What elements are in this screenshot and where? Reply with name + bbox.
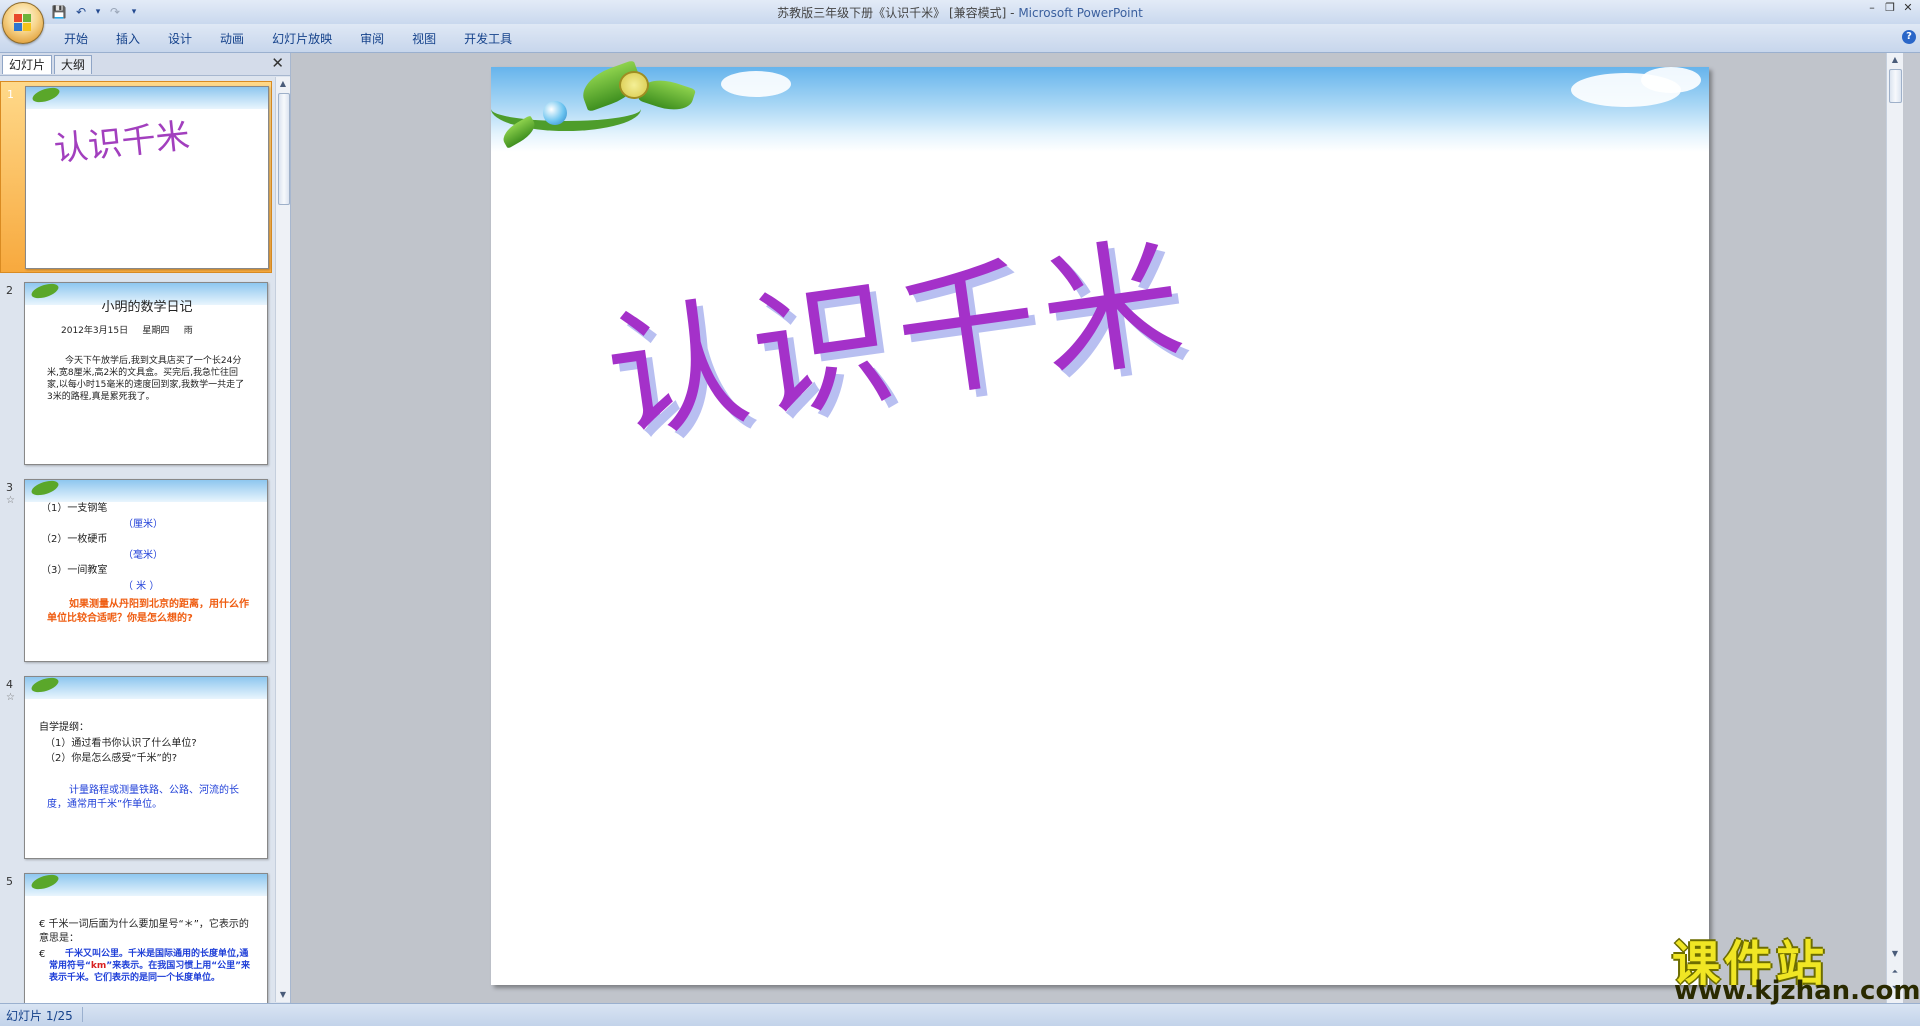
scrollbar-thumb[interactable]	[278, 93, 290, 205]
list-item: （毫米）	[123, 550, 163, 561]
window-title: 苏教版三年级下册《认识千米》 [兼容模式] - Microsoft PowerP…	[0, 4, 1920, 21]
slide-number: 3	[6, 481, 13, 494]
office-button[interactable]	[2, 2, 44, 44]
slide-thumbnail-1[interactable]: 1 认识千米	[0, 81, 272, 273]
animation-star-icon: ☆	[6, 495, 15, 506]
animation-star-icon: ☆	[6, 692, 15, 703]
watermark: 课件站 www.kjzhan.com	[1668, 924, 1920, 1006]
diary-body: 今天下午放学后,我到文具店买了一个长24分米,宽8厘米,高2米的文具盒。买完后,…	[47, 356, 245, 403]
slide-editor: 认识千米 ▲ ▼ ⏶ ⏷	[291, 53, 1903, 1003]
cloud-decoration	[1641, 67, 1701, 93]
snail-icon	[619, 71, 649, 99]
tab-slides[interactable]: 幻灯片	[2, 55, 53, 74]
slides-pane-scrollbar[interactable]: ▲ ▼	[275, 77, 290, 1002]
scroll-down-icon[interactable]: ▼	[276, 988, 290, 1002]
slide-thumbnail-4[interactable]: 4 ☆ 自学提纲： （1）通过看书你认识了什么单位? （2）你是怎么感受“千米”…	[0, 672, 272, 864]
slides-pane: 幻灯片 大纲 ✕ 1 认识千米 2 小明的数学日记 2012年3月15日 星期四…	[0, 53, 291, 1003]
help-icon[interactable]: ?	[1902, 30, 1916, 44]
scroll-up-icon[interactable]: ▲	[276, 77, 290, 91]
list-item: （1）一支钢笔	[41, 503, 108, 514]
watermark-url: www.kjzhan.com	[1674, 976, 1920, 1006]
list-item: （厘米）	[123, 519, 163, 530]
pane-tabs: 幻灯片 大纲 ✕	[0, 53, 290, 76]
slide-thumbnail-5[interactable]: 5 € 千米一词后面为什么要加星号“＊”，它表示的意思是： € 千米又叫公里。千…	[0, 869, 272, 1003]
tab-review[interactable]: 审阅	[346, 30, 398, 50]
thumbnail-canvas: 认识千米	[25, 86, 269, 269]
thumbnail-background	[25, 480, 267, 502]
window-controls: – ❐ ✕	[1864, 1, 1916, 15]
list-item: （2）一枚硬币	[41, 534, 108, 545]
slide-number: 5	[6, 875, 13, 888]
editor-scrollbar[interactable]: ▲ ▼ ⏶ ⏷	[1886, 53, 1903, 1003]
tab-home[interactable]: 开始	[50, 30, 102, 50]
thumbnail-title: 小明的数学日记	[101, 300, 193, 315]
question-text: 如果测量从丹阳到北京的距离，用什么作单位比较合适呢？你是怎么想的?	[47, 599, 249, 624]
app-name: Microsoft PowerPoint	[1018, 6, 1143, 20]
list-item: （ 米 ）	[123, 581, 160, 592]
list-item: （3）一间教室	[41, 565, 108, 576]
water-drop-icon	[543, 101, 567, 125]
bullet-icon: €	[39, 949, 46, 960]
ribbon: 开始 插入 设计 动画 幻灯片放映 审阅 视图 开发工具 ?	[0, 24, 1920, 53]
tab-slide-show[interactable]: 幻灯片放映	[258, 30, 346, 50]
tab-developer[interactable]: 开发工具	[450, 30, 526, 50]
slide-number: 4	[6, 678, 13, 691]
thumbnail-background	[25, 677, 267, 699]
slide-number: 1	[7, 88, 14, 101]
ribbon-tabs: 开始 插入 设计 动画 幻灯片放映 审阅 视图 开发工具	[50, 30, 526, 50]
cloud-decoration	[721, 71, 791, 97]
heading-text: 自学提纲：	[39, 722, 89, 733]
thumbnail-canvas: （1）一支钢笔 （厘米） （2）一枚硬币 （毫米） （3）一间教室 （ 米 ） …	[24, 479, 268, 662]
tab-animations[interactable]: 动画	[206, 30, 258, 50]
slide-thumbnail-2[interactable]: 2 小明的数学日记 2012年3月15日 星期四 雨 今天下午放学后,我到文具店…	[0, 278, 272, 470]
current-slide[interactable]: 认识千米	[491, 59, 1709, 985]
slide-counter: 幻灯片 1/25	[6, 1009, 73, 1023]
close-button[interactable]: ✕	[1900, 1, 1916, 15]
thumbnail-title: 认识千米	[52, 116, 192, 171]
thumbnail-canvas: 小明的数学日记 2012年3月15日 星期四 雨 今天下午放学后,我到文具店买了…	[24, 282, 268, 465]
tab-outline[interactable]: 大纲	[54, 55, 93, 74]
thumbnail-canvas: € 千米一词后面为什么要加星号“＊”，它表示的意思是： € 千米又叫公里。千米是…	[24, 873, 268, 1003]
status-bar: 幻灯片 1/25	[0, 1003, 1920, 1026]
list-item: （1）通过看书你认识了什么单位?	[45, 738, 197, 749]
office-logo-icon	[14, 14, 32, 32]
tab-insert[interactable]: 插入	[102, 30, 154, 50]
list-item: （2）你是怎么感受“千米”的?	[45, 753, 178, 764]
minimize-button[interactable]: –	[1864, 1, 1880, 15]
scroll-up-icon[interactable]: ▲	[1887, 53, 1903, 67]
thumbnail-background	[26, 87, 268, 109]
slide-number: 2	[6, 284, 13, 297]
scrollbar-thumb[interactable]	[1889, 69, 1902, 103]
tab-view[interactable]: 视图	[398, 30, 450, 50]
title-bar: 💾 ↶ ▾ ↷ ▾ 苏教版三年级下册《认识千米》 [兼容模式] - Micros…	[0, 0, 1920, 44]
restore-button[interactable]: ❐	[1882, 1, 1898, 15]
answer-text: 千米又叫公里。千米是国际通用的长度单位,通常用符号“km”来表示。在我国习惯上用…	[49, 948, 255, 984]
diary-date: 2012年3月15日 星期四 雨	[61, 326, 193, 336]
status-divider	[82, 1007, 83, 1022]
slide-thumbnail-3[interactable]: 3 ☆ （1）一支钢笔 （厘米） （2）一枚硬币 （毫米） （3）一间教室 （ …	[0, 475, 272, 667]
thumbnail-canvas: 自学提纲： （1）通过看书你认识了什么单位? （2）你是怎么感受“千米”的? 计…	[24, 676, 268, 859]
close-pane-icon[interactable]: ✕	[271, 55, 284, 71]
document-title: 苏教版三年级下册《认识千米》 [兼容模式] -	[777, 6, 1015, 20]
slide-title[interactable]: 认识千米	[593, 188, 1199, 469]
thumbnail-background	[25, 874, 267, 896]
note-text: 计量路程或测量铁路、公路、河流的长度，通常用千米”作单位。	[47, 785, 239, 810]
question-text: € 千米一词后面为什么要加星号“＊”，它表示的意思是：	[39, 919, 249, 944]
tab-design[interactable]: 设计	[154, 30, 206, 50]
km-symbol: km	[90, 961, 107, 972]
